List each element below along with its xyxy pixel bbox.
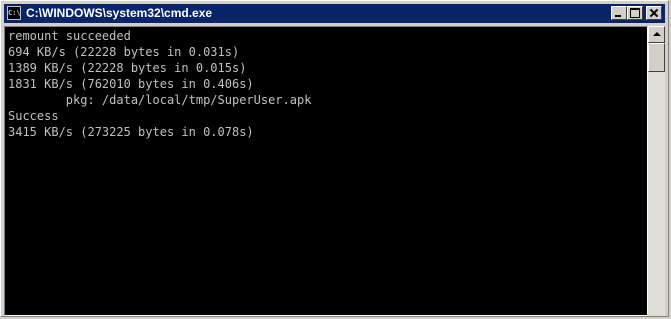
console-line: remount succeeded xyxy=(8,29,131,43)
close-button[interactable] xyxy=(646,6,662,20)
title-bar[interactable]: C:\ C:\WINDOWS\system32\cmd.exe xyxy=(4,4,665,23)
window-title: C:\WINDOWS\system32\cmd.exe xyxy=(26,6,213,20)
scroll-up-button[interactable] xyxy=(648,26,665,43)
console-line: 694 KB/s (22228 bytes in 0.031s) xyxy=(8,45,240,59)
scroll-thumb[interactable] xyxy=(648,43,665,72)
console-line: 3415 KB/s (273225 bytes in 0.078s) xyxy=(8,125,254,139)
vertical-scrollbar[interactable] xyxy=(648,26,665,316)
console-line: 1831 KB/s (762010 bytes in 0.406s) xyxy=(8,77,254,91)
console-line: pkg: /data/local/tmp/SuperUser.apk xyxy=(8,93,312,107)
console-output[interactable]: remount succeeded 694 KB/s (22228 bytes … xyxy=(4,26,648,316)
maximize-button[interactable] xyxy=(627,6,643,20)
console-line: 1389 KB/s (22228 bytes in 0.015s) xyxy=(8,61,247,75)
cmd-window: C:\ C:\WINDOWS\system32\cmd.exe remount … xyxy=(0,0,669,317)
minimize-button[interactable] xyxy=(611,6,627,20)
console-line: Success xyxy=(8,109,59,123)
cmd-icon[interactable]: C:\ xyxy=(7,6,21,20)
